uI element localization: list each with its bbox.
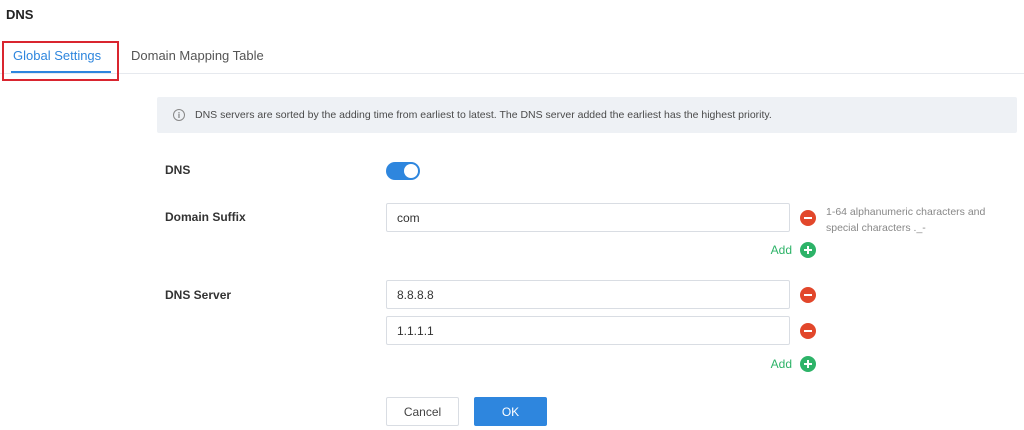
remove-dns-server-2-icon[interactable] [800, 323, 816, 339]
ok-button[interactable]: OK [474, 397, 547, 426]
notice-text: DNS servers are sorted by the adding tim… [195, 109, 772, 121]
remove-domain-suffix-icon[interactable] [800, 210, 816, 226]
tab-bar: Global Settings Domain Mapping Table [0, 40, 1024, 74]
dns-settings-page: DNS Global Settings Domain Mapping Table… [0, 0, 1024, 430]
toggle-knob [404, 164, 418, 178]
domain-suffix-label: Domain Suffix [165, 210, 246, 224]
active-tab-indicator [11, 71, 111, 73]
add-icon [800, 242, 816, 258]
tab-global-settings[interactable]: Global Settings [13, 48, 101, 63]
dns-toggle[interactable] [386, 162, 420, 180]
dns-server-label: DNS Server [165, 288, 232, 302]
add-label: Add [770, 243, 792, 257]
dns-server-input-1[interactable] [386, 280, 790, 309]
info-icon: i [173, 109, 185, 121]
add-label: Add [770, 357, 792, 371]
remove-dns-server-1-icon[interactable] [800, 287, 816, 303]
add-domain-suffix-button[interactable]: Add [750, 242, 816, 258]
add-icon [800, 356, 816, 372]
dns-server-input-2[interactable] [386, 316, 790, 345]
tab-domain-mapping-table[interactable]: Domain Mapping Table [131, 48, 264, 63]
cancel-button[interactable]: Cancel [386, 397, 459, 426]
info-notice: i DNS servers are sorted by the adding t… [157, 97, 1017, 133]
domain-suffix-input[interactable] [386, 203, 790, 232]
dns-label: DNS [165, 163, 191, 177]
add-dns-server-button[interactable]: Add [750, 356, 816, 372]
domain-suffix-hint: 1-64 alphanumeric characters and special… [826, 206, 986, 234]
page-title: DNS [6, 7, 34, 22]
